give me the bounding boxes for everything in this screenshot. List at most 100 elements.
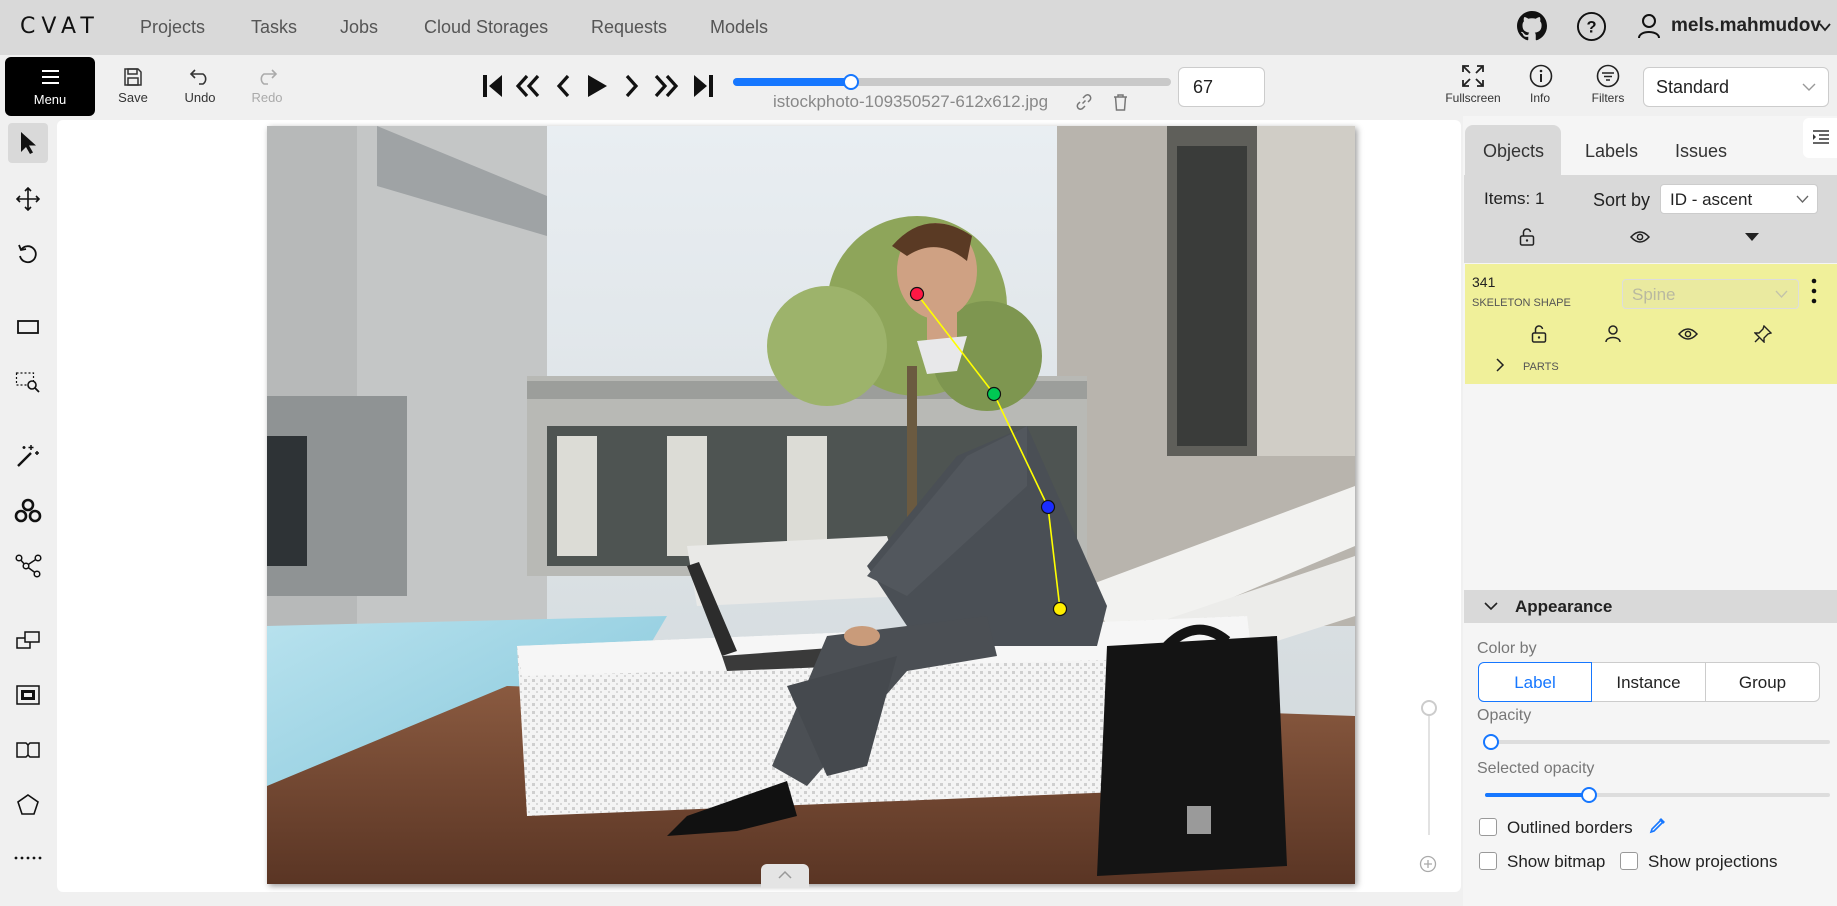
link-icon[interactable]: [1076, 94, 1092, 110]
skeleton-point-head[interactable]: [909, 286, 925, 302]
tab-issues[interactable]: Issues: [1675, 125, 1727, 175]
show-bitmap-checkbox[interactable]: [1479, 852, 1497, 870]
opacity-slider[interactable]: [1483, 734, 1830, 750]
unlock-all-icon[interactable]: [1519, 228, 1535, 246]
nav-link-tasks[interactable]: Tasks: [251, 17, 297, 38]
object-parts-toggle[interactable]: PARTS: [1523, 361, 1559, 373]
sort-value: ID - ascent: [1670, 190, 1753, 209]
workspace-select[interactable]: Standard: [1643, 67, 1829, 107]
caret-down-icon[interactable]: [1745, 233, 1759, 242]
color-by-group-option[interactable]: Group: [1706, 662, 1820, 702]
bottom-panel-toggle[interactable]: [761, 864, 809, 888]
polygon-tool[interactable]: [8, 785, 48, 825]
selected-opacity-fill: [1485, 793, 1589, 797]
filters-button[interactable]: Filters: [1590, 64, 1626, 114]
split-icon: [16, 742, 40, 758]
magic-wand-tool[interactable]: [8, 436, 48, 476]
group-tool[interactable]: [8, 620, 48, 660]
occluded-user-icon[interactable]: [1605, 325, 1621, 343]
filter-icon: [1596, 64, 1620, 88]
opacity-label: Opacity: [1477, 707, 1532, 724]
nav-link-models[interactable]: Models: [710, 17, 768, 38]
fast-backward-icon[interactable]: [514, 73, 542, 99]
info-button[interactable]: Info: [1525, 64, 1555, 114]
zoom-region-tool[interactable]: [8, 362, 48, 402]
object-label-select[interactable]: Spine: [1622, 279, 1799, 309]
lock-icon[interactable]: [1531, 325, 1547, 343]
redo-icon: [260, 69, 278, 85]
color-by-instance-option[interactable]: Instance: [1592, 662, 1706, 702]
nav-link-requests[interactable]: Requests: [591, 17, 667, 38]
more-icon: [14, 856, 42, 860]
visibility-eye-icon[interactable]: [1678, 327, 1698, 341]
show-projections-checkbox[interactable]: [1620, 852, 1638, 870]
merge-icon: [16, 685, 40, 705]
redo-button[interactable]: Redo: [245, 64, 289, 114]
menu-button[interactable]: Menu: [5, 57, 95, 116]
polygon-icon: [17, 794, 39, 815]
chevron-down-icon[interactable]: [1818, 20, 1832, 34]
frame-image[interactable]: [267, 126, 1355, 884]
more-tools[interactable]: [8, 838, 48, 878]
pin-icon[interactable]: [1754, 325, 1772, 343]
color-by-label: Color by: [1477, 640, 1537, 657]
selected-opacity-handle[interactable]: [1580, 787, 1597, 803]
svg-text:?: ?: [1586, 18, 1596, 36]
skeleton-point-mid[interactable]: [1040, 499, 1056, 515]
skeleton-point-shoulder[interactable]: [986, 386, 1002, 402]
merge-tool[interactable]: [8, 675, 48, 715]
user-icon[interactable]: [1637, 13, 1661, 39]
last-frame-icon[interactable]: [692, 73, 714, 99]
undo-icon: [189, 69, 207, 85]
fullscreen-button[interactable]: Fullscreen: [1443, 64, 1503, 114]
save-button[interactable]: Save: [112, 64, 154, 114]
cursor-tool[interactable]: [8, 123, 48, 163]
frame-number-input[interactable]: 67: [1178, 67, 1265, 107]
nav-link-projects[interactable]: Projects: [140, 17, 205, 38]
color-picker-icon[interactable]: [1649, 816, 1667, 834]
chevron-right-icon[interactable]: [1495, 358, 1505, 372]
outlined-borders-checkbox[interactable]: [1479, 818, 1497, 836]
color-by-label-option[interactable]: Label: [1478, 662, 1592, 702]
fast-forward-icon[interactable]: [652, 73, 680, 99]
save-label: Save: [118, 90, 148, 105]
sidebar-collapse-button[interactable]: [1803, 118, 1837, 158]
info-icon: [1529, 64, 1553, 88]
tab-objects[interactable]: Objects: [1465, 125, 1561, 175]
cvat-logo[interactable]: CVAT: [20, 14, 100, 39]
fullscreen-icon: [1462, 65, 1484, 87]
zoom-in-icon[interactable]: [1419, 855, 1437, 873]
first-frame-icon[interactable]: [482, 73, 504, 99]
opacity-slider-handle[interactable]: [1483, 734, 1499, 750]
rectangle-icon: [17, 320, 39, 334]
help-icon[interactable]: ?: [1576, 11, 1607, 42]
rotate-tool[interactable]: [8, 234, 48, 274]
tab-labels[interactable]: Labels: [1585, 125, 1638, 175]
ai-tools-tool[interactable]: [8, 491, 48, 531]
split-tool[interactable]: [8, 730, 48, 770]
skeleton-point-hip[interactable]: [1052, 601, 1068, 617]
selected-opacity-slider[interactable]: [1485, 787, 1830, 803]
play-icon[interactable]: [585, 73, 609, 99]
frame-slider[interactable]: [733, 74, 1171, 90]
nav-link-cloud-storages[interactable]: Cloud Storages: [424, 17, 548, 38]
delete-frame-icon[interactable]: [1113, 94, 1128, 111]
canvas-zoom-slider[interactable]: [1428, 700, 1430, 835]
username[interactable]: mels.mahmudov: [1671, 15, 1821, 37]
more-vertical-icon[interactable]: [1811, 278, 1817, 304]
undo-button[interactable]: Undo: [178, 64, 222, 114]
info-label: Info: [1529, 91, 1550, 105]
show-all-icon[interactable]: [1630, 230, 1650, 244]
previous-frame-icon[interactable]: [553, 73, 573, 99]
move-tool[interactable]: [8, 179, 48, 219]
skeleton-tool[interactable]: [8, 546, 48, 586]
github-icon[interactable]: [1517, 11, 1547, 41]
rectangle-tool[interactable]: [8, 307, 48, 347]
next-frame-icon[interactable]: [622, 73, 642, 99]
cursor-icon: [21, 132, 36, 154]
nav-link-jobs[interactable]: Jobs: [340, 17, 378, 38]
canvas-zoom-handle[interactable]: [1421, 700, 1437, 716]
sort-select[interactable]: ID - ascent: [1660, 184, 1818, 214]
menu-fold-icon: [1813, 130, 1829, 144]
save-icon: [124, 68, 142, 86]
